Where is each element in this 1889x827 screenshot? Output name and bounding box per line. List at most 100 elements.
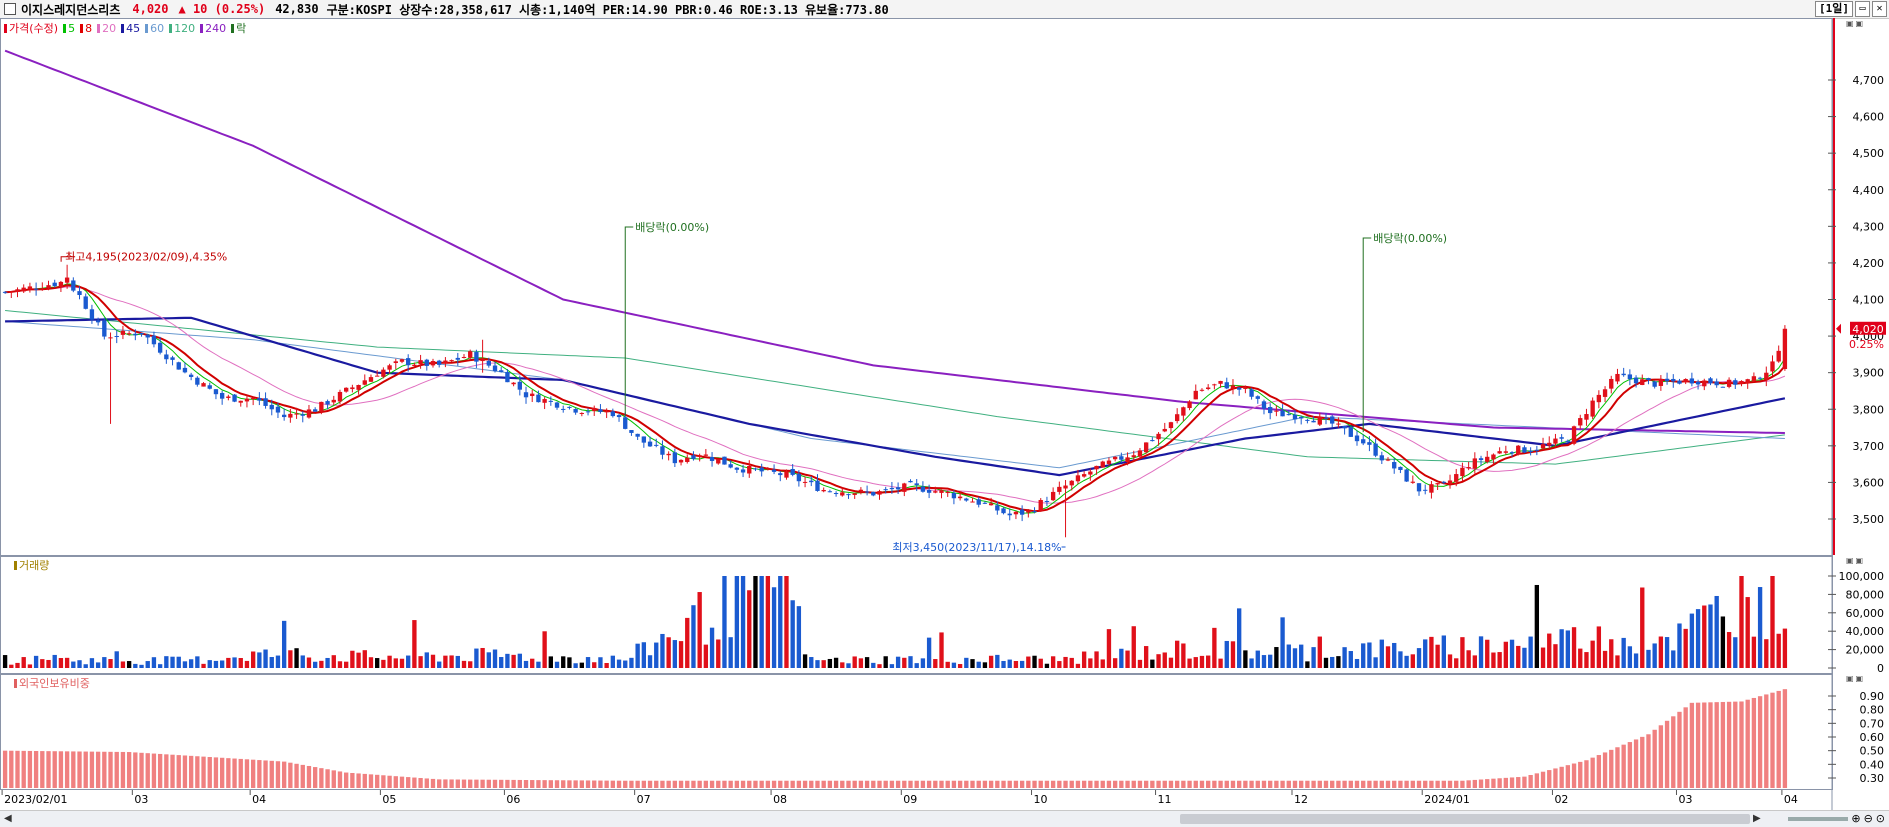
volume-bar bbox=[1100, 659, 1105, 668]
candle-body bbox=[902, 483, 907, 492]
ma-20-line bbox=[5, 286, 1786, 504]
foreign-bar bbox=[1615, 747, 1620, 788]
candle-body bbox=[1689, 378, 1695, 384]
x-tick-label: 07 bbox=[637, 793, 651, 806]
candle-body bbox=[368, 377, 374, 382]
volume-bar bbox=[1733, 637, 1738, 668]
foreign-panel-controls[interactable]: ▣▣ bbox=[1846, 674, 1865, 683]
volume-bar bbox=[319, 660, 324, 668]
candle-body bbox=[1249, 389, 1254, 397]
foreign-bar bbox=[1559, 766, 1564, 788]
candle-body bbox=[182, 367, 188, 373]
stock-chart[interactable]: 3,5003,6003,7003,8003,9004,0004,1004,200… bbox=[0, 0, 1889, 810]
volume-bar bbox=[126, 661, 132, 668]
foreign-bar bbox=[1361, 780, 1366, 788]
foreign-bar bbox=[1081, 780, 1087, 788]
volume-swatch bbox=[14, 561, 17, 570]
candle-body bbox=[294, 413, 299, 415]
foreign-bar bbox=[821, 780, 826, 788]
foreign-bar bbox=[672, 780, 678, 788]
candle-body bbox=[269, 404, 274, 410]
horizontal-scrollbar[interactable]: ◀ ▶ ⊕ ⊖ ⊙ bbox=[0, 810, 1889, 827]
volume-bar bbox=[809, 657, 814, 668]
foreign-bar bbox=[157, 753, 163, 788]
zoom-reset-icon[interactable]: ⊙ bbox=[1876, 812, 1885, 825]
volume-bar bbox=[306, 657, 312, 668]
volume-bar bbox=[1317, 636, 1322, 668]
volume-bar bbox=[1193, 657, 1198, 668]
scroll-left-icon[interactable]: ◀ bbox=[4, 813, 12, 824]
volume-bar bbox=[250, 651, 256, 668]
candle-body bbox=[1311, 420, 1316, 423]
foreign-bar bbox=[468, 779, 473, 788]
foreign-bar bbox=[1584, 760, 1589, 788]
volume-bar bbox=[368, 657, 374, 668]
foreign-bar bbox=[188, 755, 194, 788]
foreign-bar bbox=[381, 775, 386, 788]
candle-body bbox=[486, 360, 491, 366]
candle-body bbox=[1292, 414, 1298, 420]
candle-body bbox=[623, 417, 628, 429]
volume-bar bbox=[1516, 645, 1521, 668]
zoom-out-icon[interactable]: ⊖ bbox=[1864, 812, 1873, 825]
candle-body bbox=[542, 399, 547, 403]
volume-bar bbox=[883, 656, 888, 668]
foreign-bar bbox=[1311, 780, 1316, 788]
volume-panel-controls[interactable]: ▣▣ bbox=[1846, 556, 1865, 565]
scroll-right-icon[interactable]: ▶ bbox=[1753, 813, 1761, 824]
foreign-bar bbox=[753, 780, 758, 788]
volume-bar bbox=[753, 576, 758, 668]
candle-body bbox=[1268, 407, 1273, 414]
volume-tick-label: 40,000 bbox=[1846, 625, 1885, 638]
foreign-bar bbox=[579, 780, 585, 788]
foreign-bar bbox=[375, 774, 380, 788]
candle-body bbox=[753, 468, 758, 470]
foreign-bar bbox=[1057, 780, 1062, 788]
volume-bar bbox=[964, 657, 969, 668]
foreign-bar bbox=[691, 780, 696, 788]
volume-bar bbox=[1757, 587, 1763, 668]
volume-bar bbox=[1770, 576, 1775, 668]
candle-body bbox=[1509, 452, 1515, 454]
candle-body bbox=[77, 291, 82, 296]
foreign-bar bbox=[1404, 780, 1409, 788]
candle-body bbox=[2, 291, 8, 293]
zoom-in-icon[interactable]: ⊕ bbox=[1851, 812, 1860, 825]
volume-bar bbox=[982, 662, 988, 668]
candle-body bbox=[257, 398, 262, 401]
foreign-bar bbox=[1392, 780, 1397, 788]
volume-bar bbox=[889, 664, 895, 668]
candle-body bbox=[188, 374, 194, 377]
foreign-bar bbox=[21, 750, 26, 788]
candle-body bbox=[288, 413, 293, 418]
candle-body bbox=[424, 359, 429, 366]
candle-body bbox=[1708, 378, 1713, 384]
foreign-panel-frame bbox=[0, 674, 1833, 790]
volume-bar bbox=[740, 576, 746, 668]
foreign-bar bbox=[827, 780, 833, 788]
volume-bar bbox=[1050, 656, 1056, 668]
foreign-bar bbox=[1181, 780, 1186, 788]
foreign-bar bbox=[1323, 780, 1329, 788]
foreign-bar bbox=[257, 760, 262, 788]
foreign-bar bbox=[424, 778, 429, 788]
foreign-bar bbox=[1460, 780, 1465, 788]
candle-body bbox=[1534, 449, 1540, 451]
scroll-thumb[interactable] bbox=[1180, 814, 1750, 824]
foreign-bar bbox=[1646, 734, 1651, 788]
candle-body bbox=[1224, 382, 1229, 389]
foreign-bar bbox=[1664, 720, 1670, 788]
volume-bar bbox=[46, 659, 51, 668]
candle-body bbox=[1658, 379, 1664, 386]
foreign-bar bbox=[337, 771, 343, 788]
candle-body bbox=[1193, 390, 1198, 400]
foreign-bar bbox=[536, 780, 541, 788]
volume-bar bbox=[790, 600, 795, 668]
price-panel-controls[interactable]: ▣▣ bbox=[1846, 19, 1865, 28]
foreign-bar bbox=[145, 753, 150, 788]
candle-body bbox=[1150, 440, 1155, 442]
ma-8-line bbox=[5, 284, 1786, 513]
zoom-slider[interactable] bbox=[1788, 817, 1849, 821]
candle-body bbox=[1348, 427, 1353, 437]
foreign-bar bbox=[771, 780, 777, 788]
